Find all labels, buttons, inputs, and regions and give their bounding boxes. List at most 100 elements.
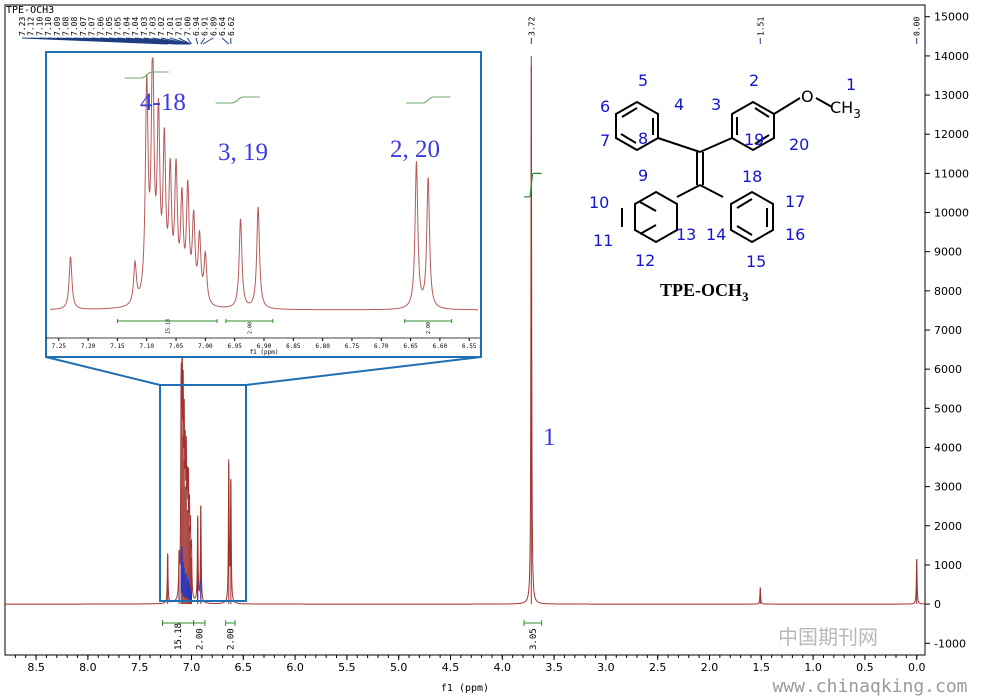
- y-tick-label: 6000: [934, 363, 962, 376]
- peak-label: 7.04: [131, 17, 140, 36]
- peak-label: 7.02: [157, 17, 166, 36]
- atom-number: 12: [635, 251, 655, 270]
- integral-value: 3.05: [529, 628, 539, 650]
- inset-x-tick-label: 7.10: [140, 343, 155, 350]
- peak-label: 7.08: [62, 17, 71, 36]
- atom-number: 9: [638, 166, 648, 185]
- watermark-url: www.chinaqking.com: [772, 676, 967, 696]
- y-tick-label: 4000: [934, 441, 962, 454]
- inset-integral-value: 15.18: [165, 319, 171, 334]
- y-tick-label: 13000: [934, 89, 969, 102]
- y-tick-label: 10000: [934, 207, 969, 220]
- x-tick-label: 6.5: [235, 661, 253, 674]
- nmr-figure: 8.5 8.0 7.5 7.0 6.5 6.0 5.5 5.0 4.5 4.0 3.5 3.0 2.5 2…: [4, 4, 969, 696]
- atom-number: 6: [600, 97, 610, 116]
- y-tick-label: -1000: [934, 637, 966, 650]
- x-tick-label: 0.0: [908, 661, 926, 674]
- oxygen-label: O: [801, 87, 814, 106]
- peak-label: 7.12: [27, 17, 36, 36]
- peak-label: 7.07: [88, 17, 97, 36]
- peak-label: 6.91: [201, 17, 210, 36]
- inset-x-tick-label: 6.85: [286, 343, 301, 350]
- inset-label-2-20: 2, 20: [390, 136, 440, 163]
- peak-label: 7.01: [175, 17, 184, 36]
- y-tick-label: 5000: [934, 402, 962, 415]
- peak-label: 7.10: [35, 17, 44, 36]
- y-tick-label: 9000: [934, 246, 962, 259]
- inset-label-3-19: 3, 19: [218, 139, 268, 166]
- inset-label-4-18: 4-18: [140, 89, 186, 116]
- x-axis-label: f1 (ppm): [441, 683, 489, 694]
- y-tick-label: 15000: [934, 11, 969, 24]
- watermark-cn: 中国期刊网: [778, 625, 878, 649]
- peak-label: 7.08: [70, 17, 79, 36]
- atom-number: 19: [744, 130, 764, 149]
- atom-number: 18: [742, 167, 762, 186]
- x-tick-label: 3.0: [597, 661, 615, 674]
- y-tick-label: 8000: [934, 285, 962, 298]
- inset-x-tick-label: 6.60: [433, 343, 448, 350]
- x-tick-label: 1.5: [753, 661, 771, 674]
- inset-x-tick-label: 7.15: [110, 343, 125, 350]
- atom-number: 5: [638, 71, 648, 90]
- peak-label: 1.51: [756, 17, 765, 36]
- peak-label: 6.62: [227, 17, 236, 36]
- inset-x-tick-label: 6.70: [374, 343, 389, 350]
- peak-1-annotation: 1: [543, 424, 556, 451]
- inset-integral-value: 2.00: [247, 322, 253, 334]
- peak-label: 3.72: [527, 17, 536, 36]
- x-axis: 8.5 8.0 7.5 7.0 6.5 6.0 5.5 5.0 4.5 4.0 3.5 3.0 2.5 2…: [14, 655, 926, 674]
- peak-label: 7.03: [149, 17, 158, 36]
- peak-label: 7.05: [114, 17, 123, 36]
- peak-label: 0.00: [913, 17, 922, 36]
- inset-x-label: f1 (ppm): [250, 349, 279, 356]
- peak-label: 7.03: [140, 17, 149, 36]
- atom-number: 8: [638, 129, 648, 148]
- x-tick-label: 6.0: [286, 661, 304, 674]
- x-tick-label: 8.5: [27, 661, 45, 674]
- y-tick-label: 7000: [934, 324, 962, 337]
- x-tick-label: 5.0: [390, 661, 408, 674]
- peak-label: 6.94: [192, 17, 201, 36]
- atom-number: 13: [676, 225, 696, 244]
- y-tick-label: 1000: [934, 559, 962, 572]
- atom-number: 17: [785, 192, 805, 211]
- x-tick-label: 7.0: [183, 661, 201, 674]
- integral-value: 2.00: [195, 628, 205, 650]
- integral-value: 2.00: [226, 628, 236, 650]
- y-tick-label: 0: [934, 598, 941, 611]
- atom-number: 15: [746, 252, 766, 271]
- x-tick-label: 2.5: [649, 661, 667, 674]
- inset-x-tick-label: 6.65: [403, 343, 418, 350]
- atom-number: 1: [846, 75, 856, 94]
- peak-label: 7.06: [96, 17, 105, 36]
- x-tick-label: 1.0: [804, 661, 822, 674]
- inset-x-tick-label: 6.75: [345, 343, 360, 350]
- x-tick-label: 8.0: [79, 661, 97, 674]
- inset-x-tick-label: 7.00: [198, 343, 213, 350]
- peak-label: 6.64: [218, 17, 227, 36]
- y-axis: -1000 0 1000 2000 3000 4000 5000 6000 7000 8000 90…: [925, 11, 969, 650]
- atom-number: 7: [600, 131, 610, 150]
- atom-number: 4: [674, 95, 684, 114]
- y-tick-label: 12000: [934, 128, 969, 141]
- x-tick-label: 5.5: [338, 661, 356, 674]
- y-tick-label: 11000: [934, 167, 969, 180]
- atom-number: 16: [785, 225, 805, 244]
- peak-label: 7.05: [105, 17, 114, 36]
- inset-x-tick-label: 7.25: [52, 343, 67, 350]
- peak-label: 7.09: [53, 17, 62, 36]
- peak-label: 7.10: [44, 17, 53, 36]
- atom-number: 20: [789, 135, 809, 154]
- inset-x-tick-label: 6.80: [315, 343, 330, 350]
- x-tick-label: 7.5: [131, 661, 149, 674]
- x-tick-label: 4.5: [442, 661, 460, 674]
- atom-number: 10: [589, 193, 609, 212]
- peak-label: 7.00: [183, 17, 192, 36]
- inset-integral-value: 2.00: [426, 322, 432, 334]
- integral-value: 15.18: [174, 623, 184, 650]
- peak-label: 7.07: [79, 17, 88, 36]
- atom-number: 2: [749, 71, 759, 90]
- y-tick-label: 3000: [934, 481, 962, 494]
- chart-title: TPE-OCH3: [6, 5, 54, 16]
